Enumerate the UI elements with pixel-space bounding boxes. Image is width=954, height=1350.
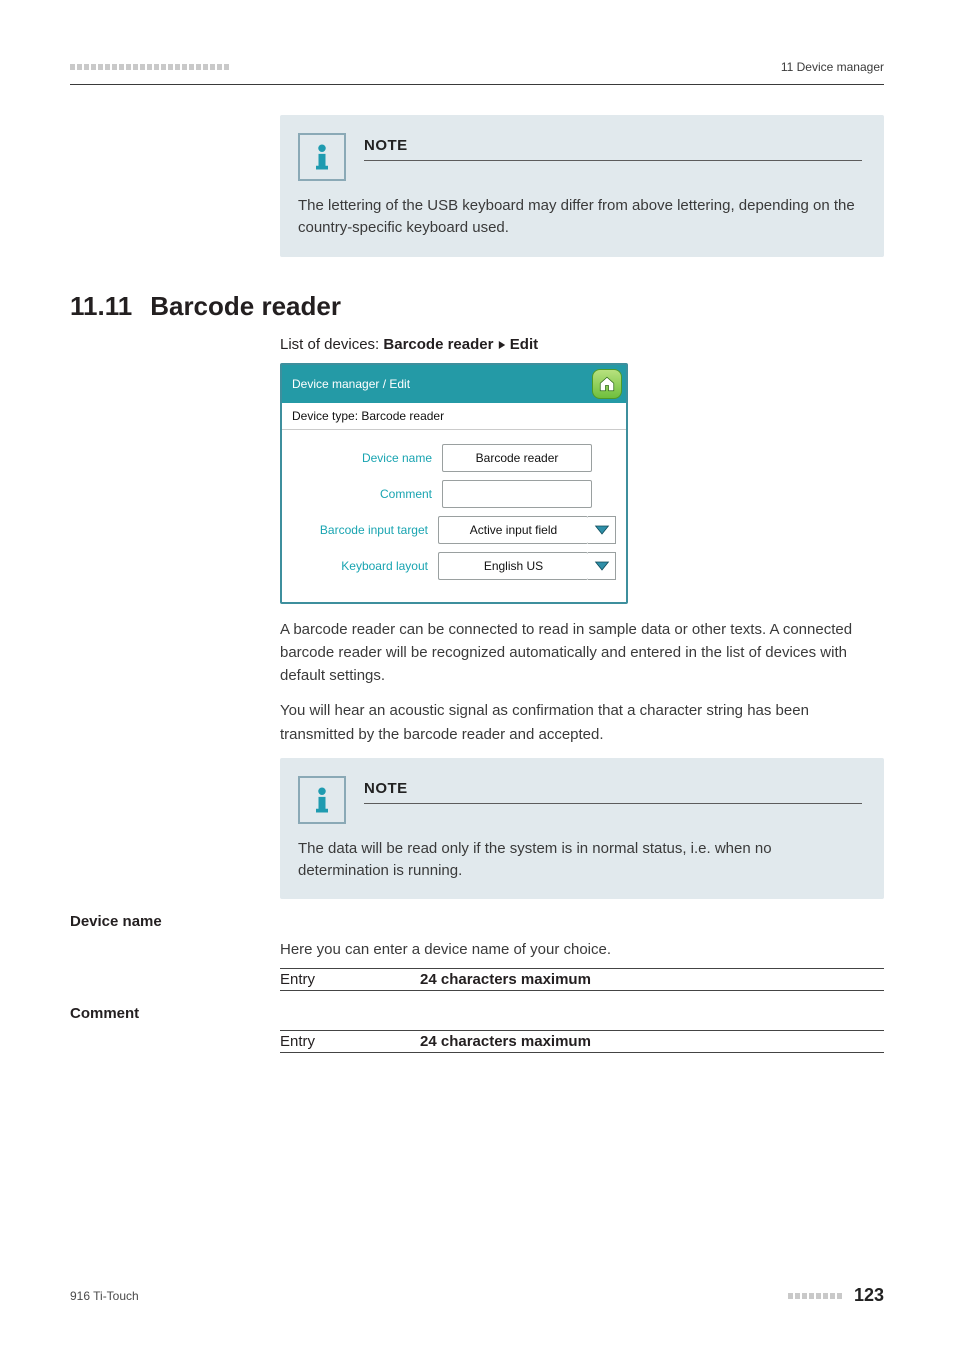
device-edit-panel: Device manager / Edit Device type: Barco… bbox=[280, 363, 628, 604]
entry-row: Entry 24 characters maximum bbox=[280, 968, 884, 991]
footer-product: 916 Ti-Touch bbox=[70, 1289, 139, 1303]
chevron-down-icon bbox=[594, 560, 610, 572]
page-number: 123 bbox=[854, 1285, 884, 1306]
field-comment: Comment Entry 24 characters maximum bbox=[70, 1005, 884, 1053]
field-desc: Here you can enter a device name of your… bbox=[280, 938, 884, 961]
device-name-field[interactable]: Barcode reader bbox=[442, 444, 592, 472]
note-body: The lettering of the USB keyboard may di… bbox=[298, 195, 862, 239]
panel-form: Device name Barcode reader Comment Barco… bbox=[282, 444, 626, 602]
note-card-2: NOTE The data will be read only if the s… bbox=[280, 758, 884, 900]
panel-rule bbox=[282, 429, 626, 430]
info-icon bbox=[298, 133, 346, 181]
note-rule bbox=[364, 803, 862, 804]
intro-bold-2: Edit bbox=[510, 336, 538, 353]
field-heading: Device name bbox=[70, 913, 884, 930]
note-title: NOTE bbox=[364, 780, 862, 797]
keyboard-layout-dropdown[interactable] bbox=[588, 552, 616, 580]
input-target-label: Barcode input target bbox=[292, 523, 438, 537]
panel-subtitle: Device type: Barcode reader bbox=[282, 403, 626, 425]
entry-value: 24 characters maximum bbox=[420, 1033, 591, 1050]
note-body: The data will be read only if the system… bbox=[298, 838, 862, 882]
keyboard-layout-select[interactable]: English US bbox=[438, 552, 588, 580]
input-target-select[interactable]: Active input field bbox=[438, 516, 588, 544]
intro-bold-1: Barcode reader bbox=[383, 336, 493, 353]
home-button[interactable] bbox=[592, 369, 622, 399]
entry-row: Entry 24 characters maximum bbox=[280, 1030, 884, 1053]
intro-prefix: List of devices: bbox=[280, 336, 383, 353]
input-target-dropdown[interactable] bbox=[588, 516, 616, 544]
note-rule bbox=[364, 160, 862, 161]
field-device-name: Device name Here you can enter a device … bbox=[70, 913, 884, 990]
entry-value: 24 characters maximum bbox=[420, 971, 591, 988]
page-footer: 916 Ti-Touch 123 bbox=[70, 1285, 884, 1306]
panel-title: Device manager / Edit bbox=[292, 377, 410, 391]
paragraph-1: A barcode reader can be connected to rea… bbox=[280, 618, 884, 688]
comment-field[interactable] bbox=[442, 480, 592, 508]
header-rule bbox=[70, 84, 884, 85]
entry-label: Entry bbox=[280, 1033, 340, 1050]
intro-line: List of devices: Barcode reader Edit bbox=[280, 336, 884, 353]
section-title: Barcode reader bbox=[150, 291, 341, 322]
note-title: NOTE bbox=[364, 137, 862, 154]
paragraph-2: You will hear an acoustic signal as conf… bbox=[280, 699, 884, 746]
device-name-label: Device name bbox=[292, 451, 442, 465]
keyboard-layout-label: Keyboard layout bbox=[292, 559, 438, 573]
note-card-1: NOTE The lettering of the USB keyboard m… bbox=[280, 115, 884, 257]
chevron-down-icon bbox=[594, 524, 610, 536]
info-icon bbox=[298, 776, 346, 824]
page-header: 11 Device manager bbox=[70, 60, 884, 74]
footer-ticks bbox=[788, 1293, 842, 1299]
header-chapter: 11 Device manager bbox=[781, 60, 884, 74]
field-heading: Comment bbox=[70, 1005, 884, 1022]
section-heading: 11.11 Barcode reader bbox=[70, 291, 884, 322]
comment-label: Comment bbox=[292, 487, 442, 501]
home-icon bbox=[598, 375, 616, 393]
panel-titlebar: Device manager / Edit bbox=[282, 365, 626, 403]
entry-label: Entry bbox=[280, 971, 340, 988]
header-ticks bbox=[70, 64, 229, 70]
section-number: 11.11 bbox=[70, 291, 132, 322]
play-icon bbox=[498, 340, 506, 350]
